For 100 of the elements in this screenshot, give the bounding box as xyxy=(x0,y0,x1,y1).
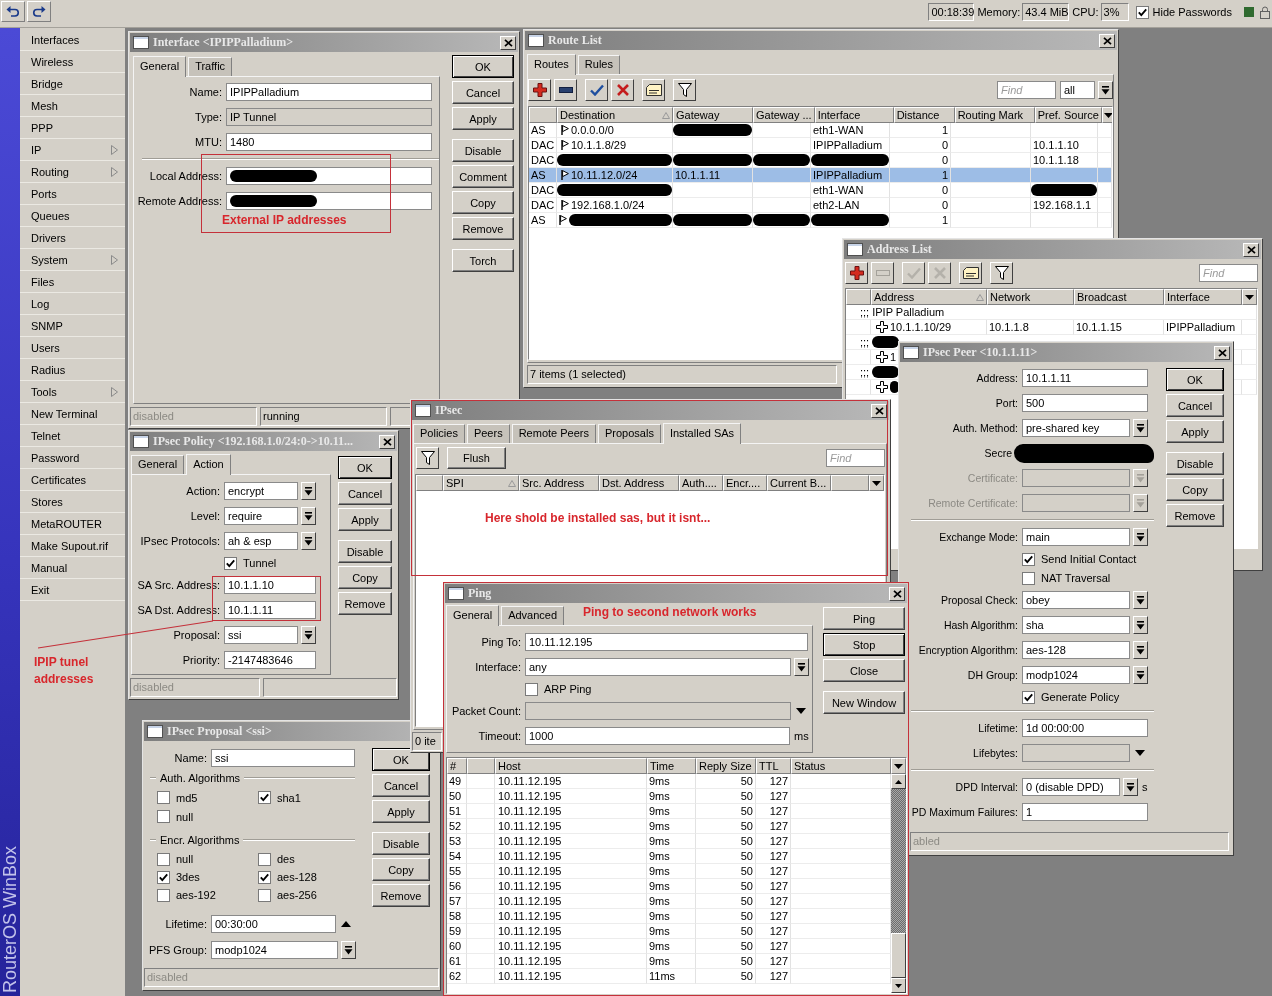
ok-button[interactable]: OK xyxy=(372,748,430,771)
down-triangle-icon[interactable] xyxy=(1135,750,1145,756)
text-field[interactable]: 1d 00:00:00 xyxy=(1022,719,1148,737)
column-header[interactable]: Network xyxy=(987,289,1074,305)
tab[interactable]: Rules xyxy=(577,55,620,74)
redo-button[interactable] xyxy=(27,1,51,22)
checkbox[interactable] xyxy=(157,791,170,804)
checkbox[interactable] xyxy=(258,852,271,866)
disable-button[interactable]: Disable xyxy=(1166,452,1224,475)
checkbox[interactable] xyxy=(1135,5,1149,19)
dropdown-field[interactable]: ah & esp xyxy=(224,532,298,550)
column-header[interactable]: Src. Address xyxy=(519,475,599,491)
tab[interactable]: Policies xyxy=(413,424,465,443)
checkbox[interactable] xyxy=(157,888,170,902)
scroll-up-button[interactable] xyxy=(891,774,906,789)
checkbox[interactable] xyxy=(1022,552,1035,566)
checkbox[interactable] xyxy=(224,556,237,570)
ok-button[interactable]: OK xyxy=(1166,368,1224,391)
checkbox[interactable] xyxy=(1022,690,1035,704)
column-header[interactable]: SPI xyxy=(443,475,519,491)
column-header[interactable]: Pref. Source xyxy=(1034,107,1102,123)
tab[interactable]: Advanced xyxy=(501,606,565,625)
scroll-thumb[interactable] xyxy=(891,933,906,978)
tab[interactable]: Routes xyxy=(527,54,576,75)
column-header[interactable]: Interface xyxy=(1164,289,1242,305)
table-row[interactable]: DAC 10.1.1.8/29 IPIPPalladium 0 10.1.1.10 xyxy=(529,138,1112,153)
tab[interactable]: Traffic xyxy=(188,57,233,76)
cancel-button[interactable]: Cancel xyxy=(338,482,392,505)
stop-button[interactable]: Stop xyxy=(823,633,905,656)
torch-button[interactable]: Torch xyxy=(452,249,514,272)
cancel-button[interactable]: Cancel xyxy=(372,774,430,797)
text-field[interactable]: 00:30:00 xyxy=(211,915,336,933)
column-header[interactable] xyxy=(416,475,443,491)
close-button[interactable] xyxy=(1099,33,1115,48)
column-header[interactable]: Encr.... xyxy=(723,475,767,491)
text-field[interactable]: IPIPPalladium xyxy=(226,83,432,101)
text-field[interactable]: 10.11.12.195 xyxy=(525,633,808,651)
column-header[interactable]: Time xyxy=(647,758,696,774)
tab[interactable]: General xyxy=(133,56,187,77)
lock-icon[interactable] xyxy=(1260,5,1270,19)
dropdown-button[interactable] xyxy=(1133,528,1148,546)
table-row[interactable]: DAC 0 10.1.1.18 xyxy=(529,153,1112,168)
scroll-down-button[interactable] xyxy=(891,978,906,993)
column-header[interactable]: Reply Size xyxy=(696,758,756,774)
dropdown-field[interactable]: 0 (disable DPD) xyxy=(1022,778,1120,796)
text-field[interactable]: -2147483646 xyxy=(224,651,316,669)
tab[interactable]: Remote Peers xyxy=(511,424,596,443)
ok-button[interactable]: OK xyxy=(452,55,514,78)
checkbox[interactable] xyxy=(157,810,170,823)
text-field[interactable] xyxy=(525,702,791,720)
text-field[interactable] xyxy=(226,192,432,210)
dropdown-button[interactable] xyxy=(301,626,316,644)
column-header[interactable]: Destination xyxy=(557,107,673,123)
column-header[interactable]: # xyxy=(447,758,467,774)
remove-button[interactable]: Remove xyxy=(452,217,514,240)
column-header[interactable] xyxy=(831,475,869,491)
dropdown-field[interactable]: modp1024 xyxy=(211,941,338,959)
column-header[interactable]: Status xyxy=(791,758,891,774)
up-triangle-icon[interactable] xyxy=(341,921,351,927)
copy-button[interactable]: Copy xyxy=(452,191,514,214)
dropdown-field[interactable]: aes-128 xyxy=(1022,641,1130,659)
dropdown-field[interactable]: modp1024 xyxy=(1022,666,1130,684)
dropdown-button[interactable] xyxy=(1098,81,1113,99)
tab[interactable]: General xyxy=(446,605,500,626)
ok-button[interactable]: OK xyxy=(338,456,392,479)
dropdown-button[interactable] xyxy=(1133,419,1148,437)
dropdown-button[interactable] xyxy=(1133,641,1148,659)
remove-button[interactable] xyxy=(554,79,577,101)
column-menu-button[interactable] xyxy=(891,758,906,774)
tab[interactable]: General xyxy=(131,455,185,474)
dropdown-field[interactable]: all xyxy=(1060,81,1095,99)
text-field[interactable]: 10.1.1.11 xyxy=(1022,369,1148,387)
dropdown-field[interactable]: main xyxy=(1022,528,1130,546)
remove-button[interactable]: Remove xyxy=(372,884,430,907)
column-header[interactable]: Address xyxy=(871,289,987,305)
close-button[interactable] xyxy=(871,403,887,418)
column-header[interactable]: Broadcast xyxy=(1074,289,1164,305)
text-field[interactable]: IP Tunnel xyxy=(226,108,432,126)
column-header[interactable]: Current B... xyxy=(767,475,831,491)
column-menu-button[interactable] xyxy=(1101,107,1112,123)
column-header[interactable]: TTL xyxy=(756,758,791,774)
add-button[interactable] xyxy=(528,79,551,101)
dropdown-button[interactable] xyxy=(1133,616,1148,634)
close-button[interactable] xyxy=(1243,242,1259,257)
column-header[interactable]: Auth.... xyxy=(679,475,723,491)
dropdown-button[interactable] xyxy=(301,532,316,550)
tab[interactable]: Installed SAs xyxy=(662,423,742,444)
checkbox[interactable] xyxy=(1022,571,1035,585)
text-field[interactable]: 1 xyxy=(1022,803,1148,821)
dropdown-button[interactable] xyxy=(1133,469,1148,487)
close-button[interactable]: Close xyxy=(823,659,905,682)
text-field[interactable] xyxy=(1022,744,1130,762)
column-menu-button[interactable] xyxy=(869,475,884,491)
enable-button[interactable] xyxy=(585,79,608,101)
close-button[interactable] xyxy=(889,586,905,601)
column-menu-button[interactable] xyxy=(1242,289,1257,305)
checkbox[interactable] xyxy=(157,852,170,866)
table-row[interactable]: DAC 192.168.1.0/24 eth2-LAN 0 192.168.1.1 xyxy=(529,198,1112,213)
dropdown-field[interactable]: obey xyxy=(1022,591,1130,609)
column-header[interactable]: Gateway xyxy=(673,107,753,123)
